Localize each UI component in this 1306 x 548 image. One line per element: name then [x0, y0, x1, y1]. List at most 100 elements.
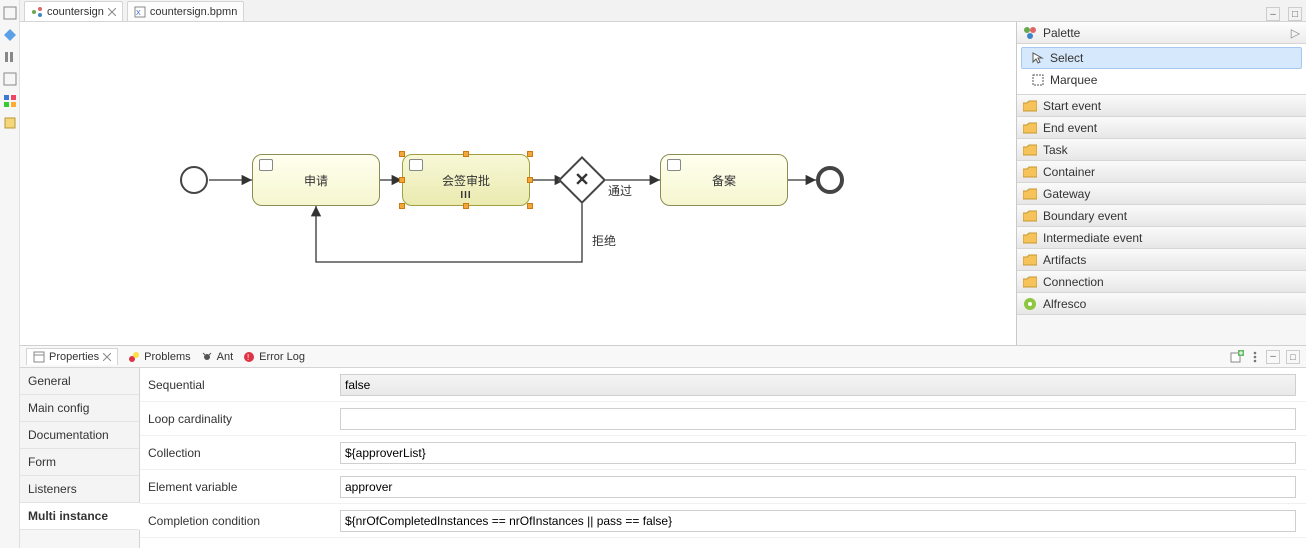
selection-handle[interactable] [463, 203, 469, 209]
selection-handle[interactable] [527, 151, 533, 157]
folder-icon [1023, 232, 1037, 244]
ant-icon [201, 351, 213, 363]
activity-item[interactable] [3, 94, 17, 108]
activity-item[interactable] [3, 116, 17, 130]
user-task-icon [667, 159, 681, 171]
field-label-element-variable: Element variable [140, 470, 340, 504]
selection-handle[interactable] [527, 203, 533, 209]
palette-category-label: Artifacts [1043, 253, 1086, 267]
close-icon[interactable] [103, 353, 111, 361]
maximize-editor-button[interactable]: □ [1288, 7, 1302, 21]
selection-handle[interactable] [399, 151, 405, 157]
activity-item[interactable] [3, 50, 17, 64]
palette-category-task[interactable]: Task [1017, 139, 1306, 161]
diagram-icon [31, 6, 43, 18]
alfresco-icon [1023, 297, 1037, 311]
bpmn-exclusive-gateway[interactable]: ✕ [558, 156, 606, 204]
palette-tool-label: Marquee [1050, 73, 1097, 87]
view-tab-label: Properties [49, 351, 99, 363]
side-tab-multi-instance[interactable]: Multi instance [20, 503, 140, 530]
side-tab-documentation[interactable]: Documentation [20, 422, 139, 449]
activity-item[interactable] [3, 6, 17, 20]
palette-tool-label: Select [1050, 51, 1083, 65]
palette-category-container[interactable]: Container [1017, 161, 1306, 183]
folder-icon [1023, 144, 1037, 156]
bpmn-start-event[interactable] [180, 166, 208, 194]
field-input-completion-condition[interactable] [340, 510, 1296, 532]
editor-tab-label: countersign.bpmn [150, 6, 237, 18]
bpmn-end-event[interactable] [816, 166, 844, 194]
maximize-view-button[interactable]: □ [1286, 350, 1300, 364]
field-input-collection[interactable] [340, 442, 1296, 464]
task-label: 会签审批 [442, 172, 490, 189]
side-tab-general[interactable]: General [20, 368, 139, 395]
field-label-loop-cardinality: Loop cardinality [140, 402, 340, 436]
user-task-icon [259, 159, 273, 171]
view-tab-label: Ant [217, 351, 234, 363]
palette-category-label: Task [1043, 143, 1068, 157]
folder-icon [1023, 210, 1037, 222]
view-tab-label: Error Log [259, 351, 305, 363]
palette-tool-marquee[interactable]: Marquee [1021, 69, 1302, 91]
activity-item[interactable] [3, 72, 17, 86]
palette-category-boundary-event[interactable]: Boundary event [1017, 205, 1306, 227]
palette-category-start-event[interactable]: Start event [1017, 95, 1306, 117]
selection-handle[interactable] [399, 177, 405, 183]
palette-category-intermediate-event[interactable]: Intermediate event [1017, 227, 1306, 249]
error-log-icon: ! [243, 351, 255, 363]
editor-tab-bpmn-file[interactable]: X countersign.bpmn [127, 1, 244, 21]
palette-category-connection[interactable]: Connection [1017, 271, 1306, 293]
view-menu-icon[interactable] [1250, 350, 1260, 364]
multi-instance-form: Sequential Loop cardinality Collection E… [140, 368, 1306, 548]
minimize-editor-button[interactable]: – [1266, 7, 1280, 21]
palette-category-end-event[interactable]: End event [1017, 117, 1306, 139]
palette-tool-select[interactable]: Select [1021, 47, 1302, 69]
palette-header[interactable]: Palette ▷ [1017, 22, 1306, 44]
properties-icon [33, 351, 45, 363]
palette-category-label: Connection [1043, 275, 1104, 289]
view-tab-label: Problems [144, 351, 190, 363]
field-input-sequential[interactable] [340, 374, 1296, 396]
field-label-sequential: Sequential [140, 368, 340, 402]
bpmn-user-task-apply[interactable]: 申请 [252, 154, 380, 206]
chevron-right-icon[interactable]: ▷ [1291, 26, 1300, 40]
selection-handle[interactable] [399, 203, 405, 209]
activity-item[interactable] [3, 28, 17, 42]
bpmn-canvas[interactable]: 申请 会签审批 III ✕ 通过 [20, 22, 1016, 345]
view-tab-error-log[interactable]: ! Error Log [243, 351, 305, 363]
palette-category-artifacts[interactable]: Artifacts [1017, 249, 1306, 271]
view-tab-problems[interactable]: Problems [128, 351, 190, 363]
view-tab-properties[interactable]: Properties [26, 348, 118, 365]
palette-category-label: Start event [1043, 99, 1101, 113]
field-input-element-variable[interactable] [340, 476, 1296, 498]
palette-category-alfresco[interactable]: Alfresco [1017, 293, 1306, 315]
palette-icon [1023, 26, 1037, 40]
new-view-icon[interactable] [1230, 350, 1244, 364]
properties-side-tabs: General Main config Documentation Form L… [20, 368, 140, 548]
marquee-icon [1032, 74, 1044, 86]
cursor-icon [1032, 52, 1044, 64]
activity-bar [0, 0, 20, 548]
view-tab-ant[interactable]: Ant [201, 351, 234, 363]
views-tabbar: Properties Problems Ant ! Error Log [20, 346, 1306, 368]
editor-tab-countersign[interactable]: countersign [24, 1, 123, 21]
sequence-flow-label-pass: 通过 [608, 182, 632, 199]
selection-handle[interactable] [463, 151, 469, 157]
palette-category-gateway[interactable]: Gateway [1017, 183, 1306, 205]
field-input-loop-cardinality[interactable] [340, 408, 1296, 430]
bpmn-user-task-record[interactable]: 备案 [660, 154, 788, 206]
side-tab-listeners[interactable]: Listeners [20, 476, 139, 503]
selection-handle[interactable] [527, 177, 533, 183]
editor-tabbar: countersign X countersign.bpmn – □ [20, 0, 1306, 22]
close-icon[interactable] [108, 8, 116, 16]
xml-file-icon: X [134, 6, 146, 18]
bpmn-user-task-countersign[interactable]: 会签审批 III [402, 154, 530, 206]
user-task-icon [409, 159, 423, 171]
side-tab-main-config[interactable]: Main config [20, 395, 139, 422]
task-label: 申请 [304, 172, 328, 189]
problems-icon [128, 351, 140, 363]
folder-icon [1023, 254, 1037, 266]
side-tab-form[interactable]: Form [20, 449, 139, 476]
minimize-view-button[interactable]: – [1266, 350, 1280, 364]
folder-icon [1023, 276, 1037, 288]
